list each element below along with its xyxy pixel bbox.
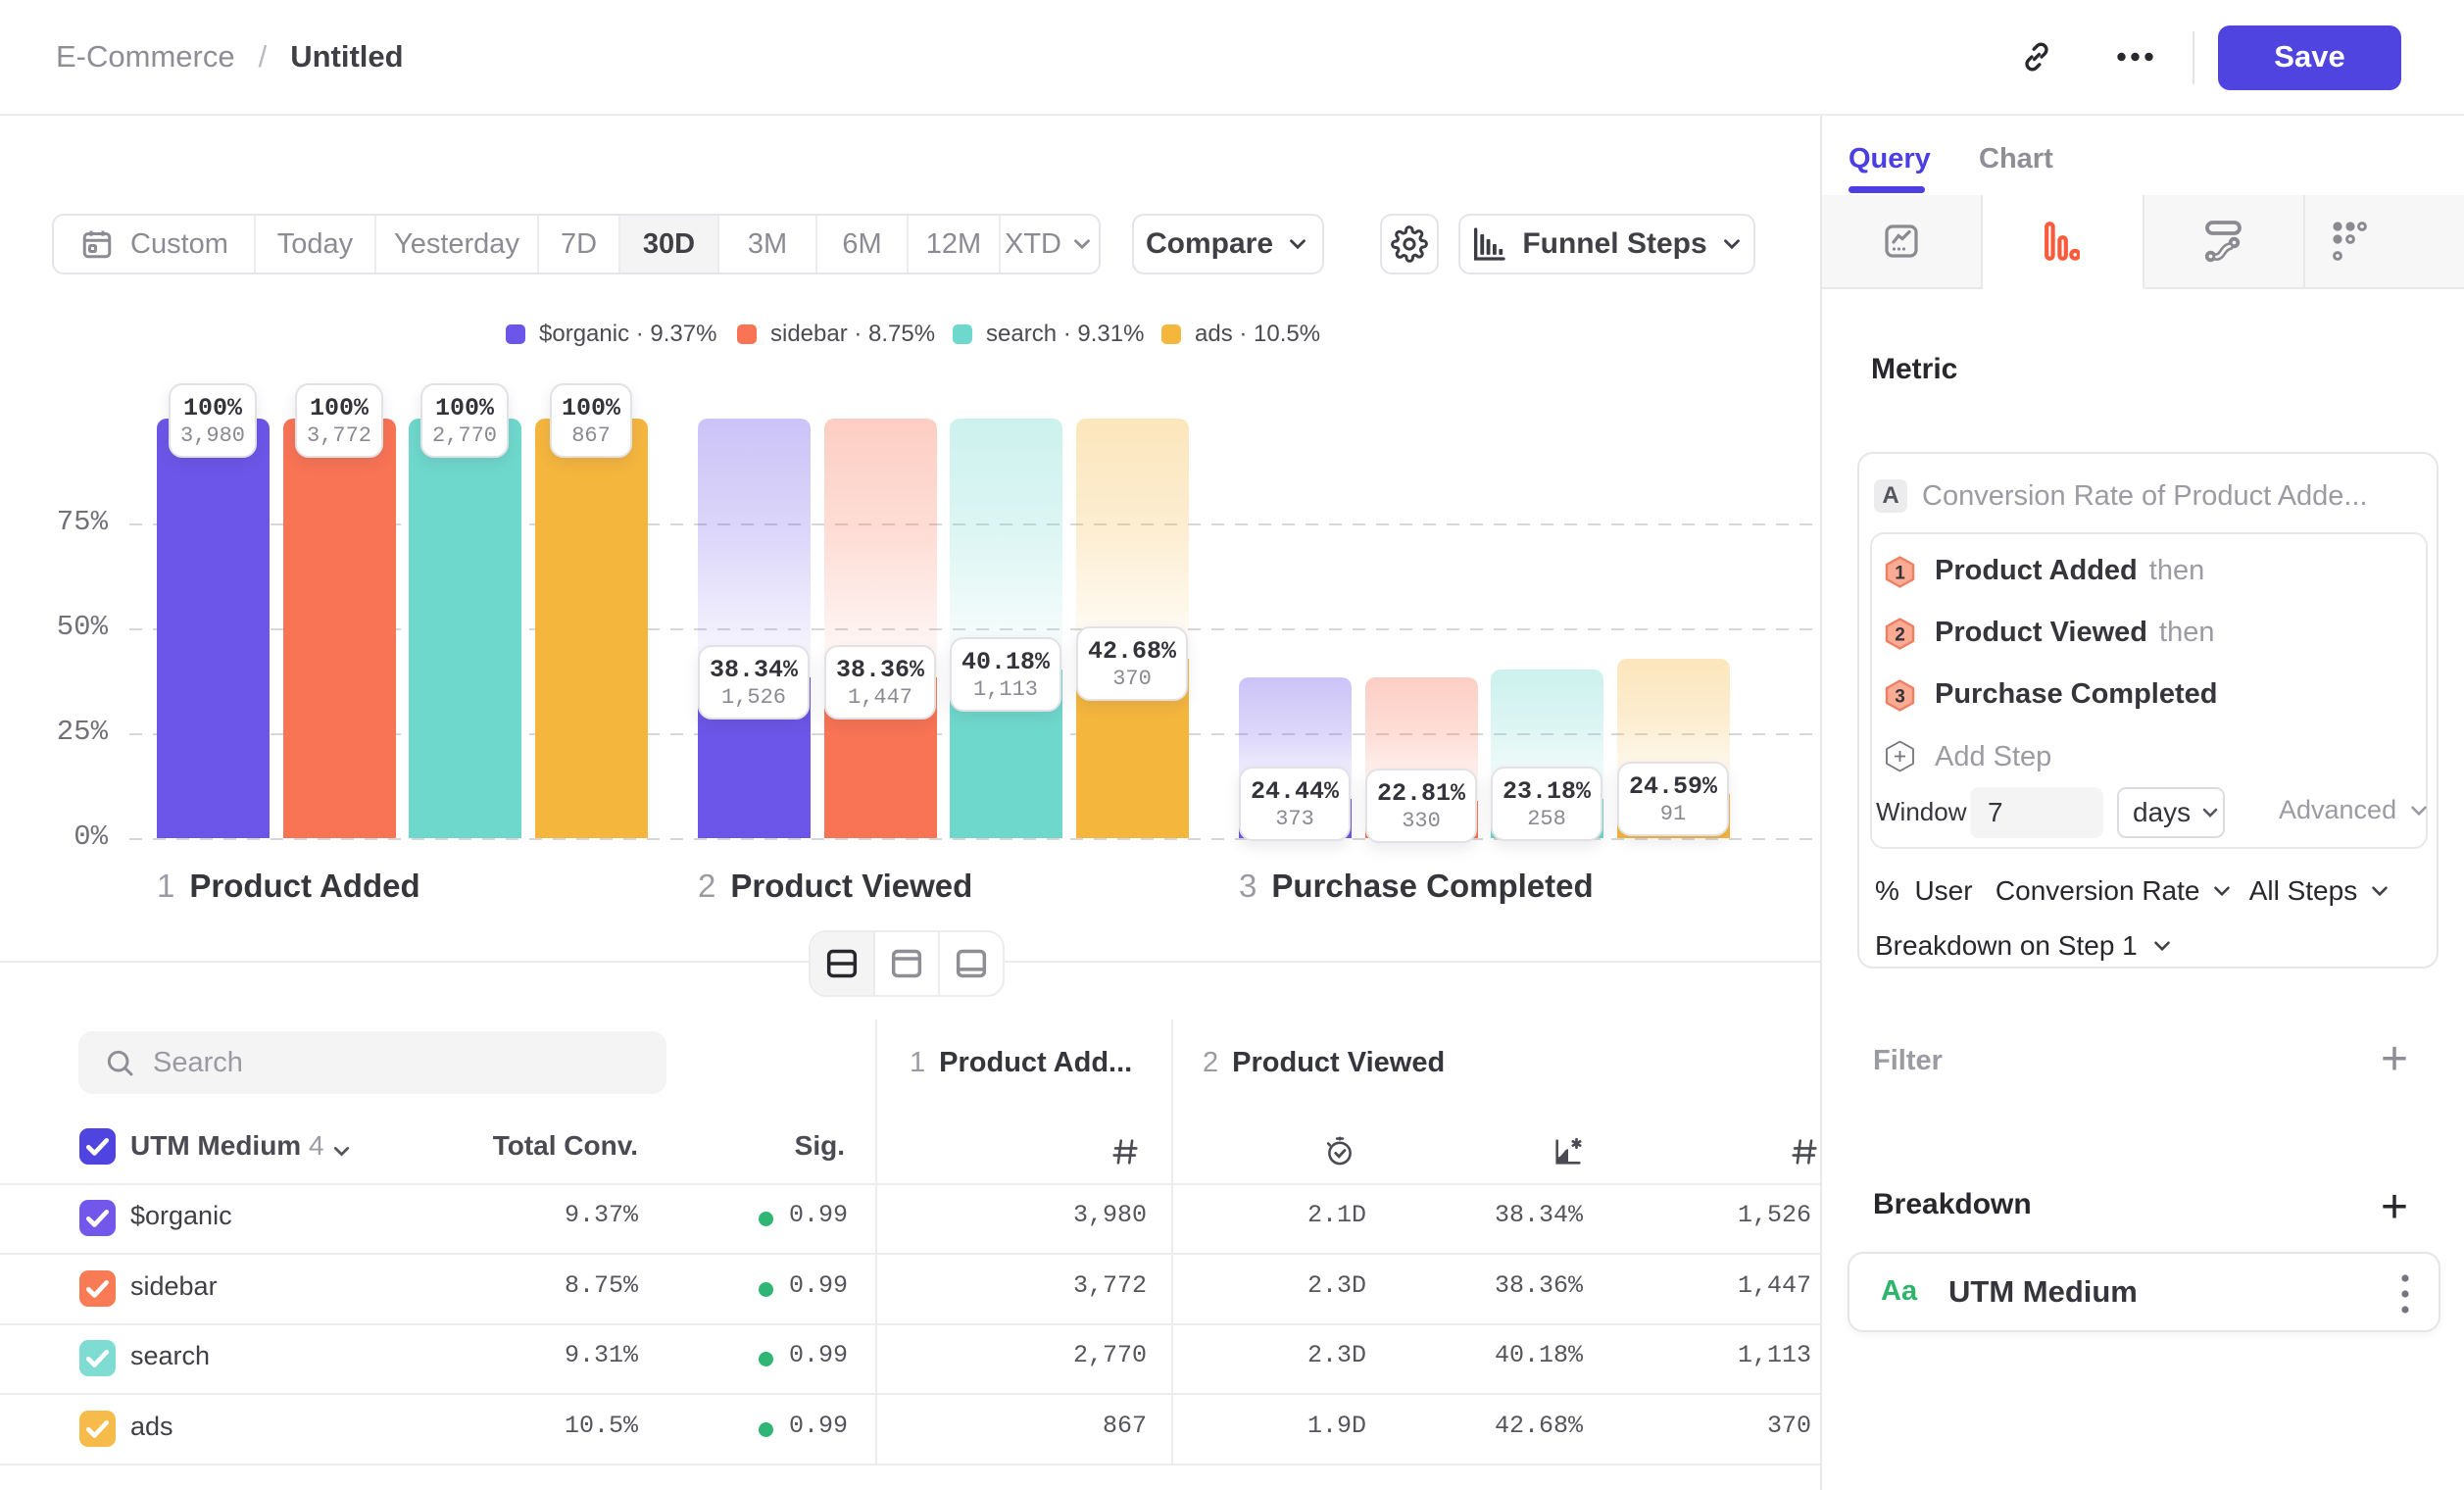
svg-text:1: 1 — [1895, 564, 1905, 584]
svg-text:3: 3 — [1895, 687, 1905, 708]
svg-text:2: 2 — [1895, 625, 1905, 646]
